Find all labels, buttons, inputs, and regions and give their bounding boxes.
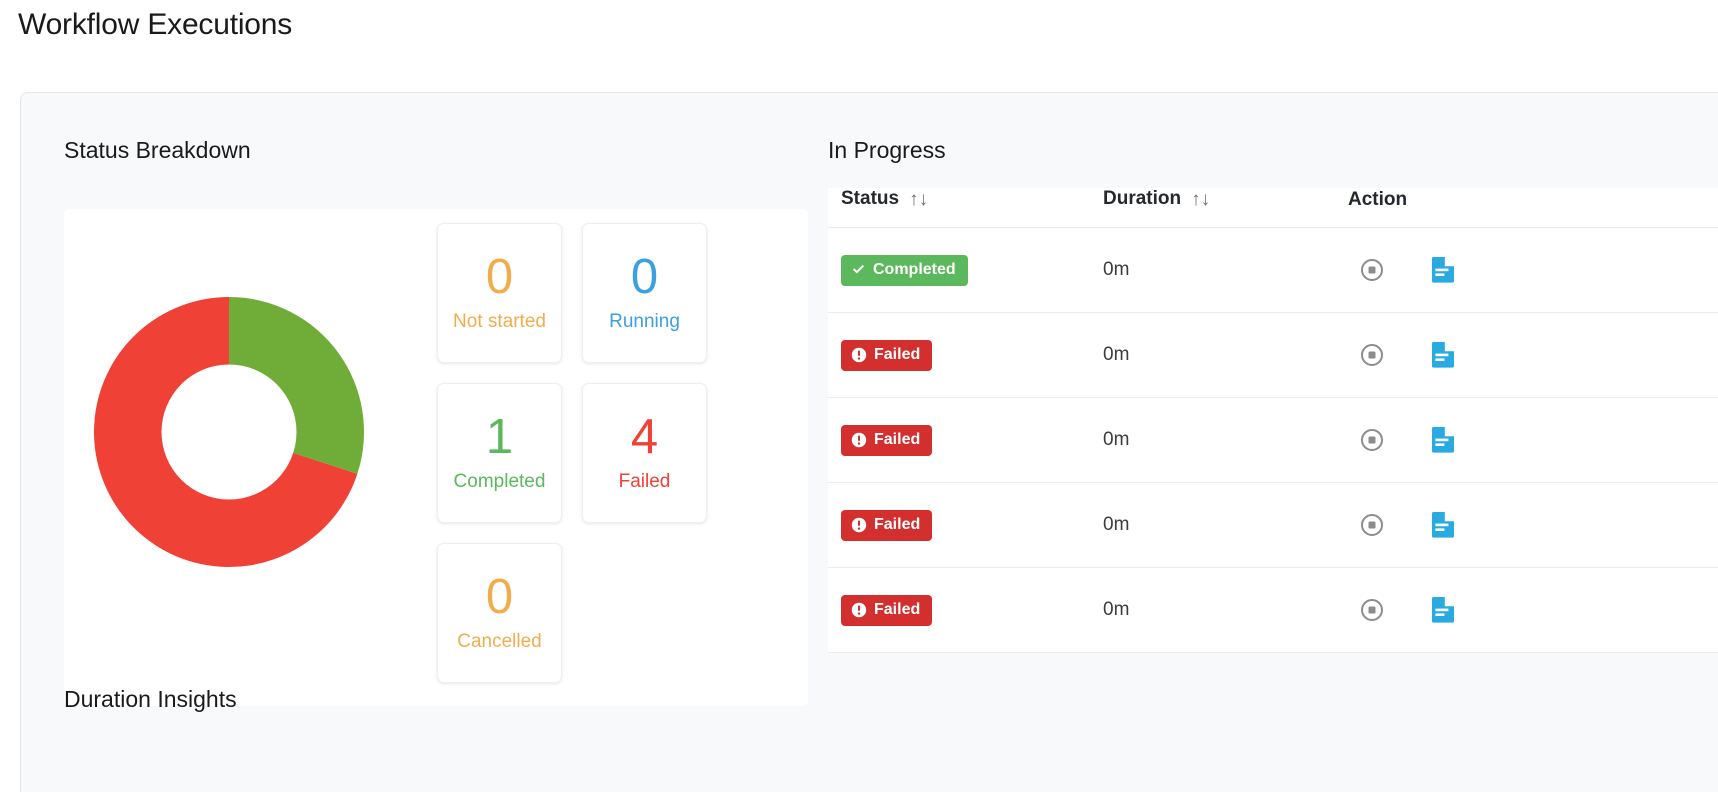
column-header-status-label: Status bbox=[841, 188, 900, 209]
stat-card-failed[interactable]: 4 Failed bbox=[582, 383, 707, 523]
status-badge-label: Completed bbox=[873, 260, 956, 278]
table-header-row: Status ↑↓ Duration ↑↓ Action bbox=[828, 188, 1718, 228]
stop-icon[interactable] bbox=[1360, 513, 1384, 537]
cell-action bbox=[1348, 482, 1718, 568]
stat-label-failed: Failed bbox=[618, 471, 671, 492]
table-body: Completed 0m Failed 0m Failed 0m Failed … bbox=[828, 227, 1718, 653]
stat-value-cancelled: 0 bbox=[485, 570, 514, 624]
stat-value-not-started: 0 bbox=[485, 250, 514, 304]
cell-action bbox=[1348, 397, 1718, 483]
log-document-icon[interactable] bbox=[1430, 341, 1456, 369]
status-badge-label: Failed bbox=[874, 345, 921, 363]
status-badge: Failed bbox=[841, 339, 933, 371]
duration-insights-heading: Duration Insights bbox=[64, 686, 237, 712]
exclamation-circle-icon bbox=[851, 347, 867, 363]
log-document-icon[interactable] bbox=[1430, 256, 1456, 284]
cell-status: Failed bbox=[828, 567, 1103, 653]
page-title: Workflow Executions bbox=[18, 8, 293, 41]
status-badge: Failed bbox=[841, 509, 933, 541]
status-badge-label: Failed bbox=[874, 515, 921, 533]
table-row: Completed 0m bbox=[828, 227, 1718, 313]
table-row: Failed 0m bbox=[828, 397, 1718, 483]
cell-status: Completed bbox=[828, 227, 1103, 313]
column-header-status[interactable]: Status ↑↓ bbox=[828, 188, 1103, 228]
cell-action bbox=[1348, 567, 1718, 653]
stat-value-running: 0 bbox=[630, 250, 659, 304]
in-progress-heading: In Progress bbox=[828, 137, 946, 163]
column-header-action: Action bbox=[1348, 188, 1718, 228]
status-breakdown-card: 0 Not started 0 Running 1 Completed 4 Fa… bbox=[64, 209, 808, 706]
log-document-icon[interactable] bbox=[1430, 511, 1456, 539]
log-document-icon[interactable] bbox=[1430, 426, 1456, 454]
sort-arrows-icon[interactable]: ↑↓ bbox=[1191, 189, 1210, 211]
stat-value-completed: 1 bbox=[485, 410, 514, 464]
cell-action bbox=[1348, 312, 1718, 398]
exclamation-circle-icon bbox=[851, 602, 867, 618]
stat-label-running: Running bbox=[609, 311, 680, 332]
stop-icon[interactable] bbox=[1360, 258, 1384, 282]
dashboard-panel: Status Breakdown 0 Not started 0 Running… bbox=[20, 92, 1718, 792]
table-row: Failed 0m bbox=[828, 312, 1718, 398]
cell-status: Failed bbox=[828, 482, 1103, 568]
status-badge: Failed bbox=[841, 424, 933, 456]
stat-card-completed[interactable]: 1 Completed bbox=[437, 383, 562, 523]
cell-duration: 0m bbox=[1103, 482, 1348, 568]
cell-duration: 0m bbox=[1103, 397, 1348, 483]
stat-label-cancelled: Cancelled bbox=[457, 631, 542, 652]
exclamation-circle-icon bbox=[851, 432, 867, 448]
status-badge: Completed bbox=[841, 254, 968, 286]
check-icon bbox=[851, 262, 866, 277]
stat-label-completed: Completed bbox=[453, 471, 546, 492]
column-header-action-label: Action bbox=[1348, 188, 1408, 210]
status-badge-label: Failed bbox=[874, 600, 921, 618]
cell-status: Failed bbox=[828, 397, 1103, 483]
table-row: Failed 0m bbox=[828, 567, 1718, 653]
stat-card-cancelled[interactable]: 0 Cancelled bbox=[437, 543, 562, 683]
in-progress-table: Status ↑↓ Duration ↑↓ Action Completed 0… bbox=[828, 188, 1718, 653]
column-header-duration[interactable]: Duration ↑↓ bbox=[1103, 188, 1348, 228]
stat-card-not-started[interactable]: 0 Not started bbox=[437, 223, 562, 363]
in-progress-table-container: Status ↑↓ Duration ↑↓ Action Completed 0… bbox=[828, 188, 1718, 653]
cell-duration: 0m bbox=[1103, 567, 1348, 653]
status-breakdown-heading: Status Breakdown bbox=[64, 137, 251, 163]
stop-icon[interactable] bbox=[1360, 428, 1384, 452]
status-badge-label: Failed bbox=[874, 430, 921, 448]
stop-icon[interactable] bbox=[1360, 343, 1384, 367]
table-row: Failed 0m bbox=[828, 482, 1718, 568]
cell-duration: 0m bbox=[1103, 312, 1348, 398]
status-badge: Failed bbox=[841, 594, 933, 626]
cell-status: Failed bbox=[828, 312, 1103, 398]
status-stat-cards: 0 Not started 0 Running 1 Completed 4 Fa… bbox=[437, 223, 717, 703]
cell-action bbox=[1348, 227, 1718, 313]
stat-label-not-started: Not started bbox=[453, 311, 546, 332]
log-document-icon[interactable] bbox=[1430, 596, 1456, 624]
cell-duration: 0m bbox=[1103, 227, 1348, 313]
stop-icon[interactable] bbox=[1360, 598, 1384, 622]
status-donut-chart bbox=[84, 287, 374, 577]
exclamation-circle-icon bbox=[851, 517, 867, 533]
stat-card-running[interactable]: 0 Running bbox=[582, 223, 707, 363]
stat-value-failed: 4 bbox=[630, 410, 659, 464]
donut-hole bbox=[161, 364, 297, 500]
sort-arrows-icon[interactable]: ↑↓ bbox=[909, 189, 928, 211]
column-header-duration-label: Duration bbox=[1103, 188, 1182, 209]
